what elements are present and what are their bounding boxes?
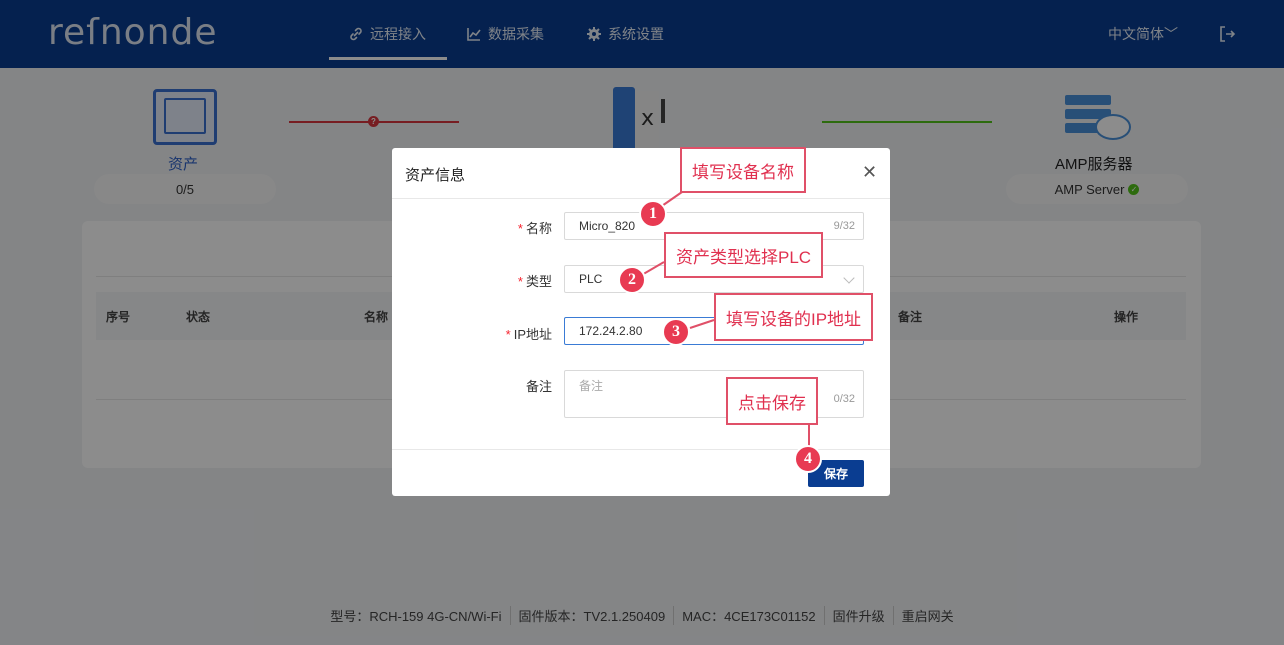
divider	[392, 198, 890, 199]
ip-value: 172.24.2.80	[579, 324, 643, 338]
note-char-count: 0/32	[833, 393, 855, 405]
name-value: Micro_820	[579, 219, 636, 233]
annotation-callout: 点击保存	[726, 377, 818, 425]
note-textarea[interactable]: 备注 0/32	[564, 370, 864, 418]
annotation-callout: 资产类型选择PLC	[664, 232, 824, 278]
step-badge: 3	[662, 318, 690, 346]
annotation-callout: 填写设备的IP地址	[714, 293, 874, 341]
step-badge: 2	[618, 266, 646, 294]
chevron-down-icon	[843, 272, 855, 284]
annotation-callout: 填写设备名称	[680, 147, 806, 193]
step-badge: 1	[639, 200, 667, 228]
modal-title: 资产信息	[405, 167, 466, 184]
step-badge: 4	[794, 445, 822, 473]
type-value: PLC	[579, 272, 603, 286]
ip-label: * IP地址	[505, 327, 552, 342]
name-char-count: 9/32	[833, 220, 855, 232]
type-label: * 类型	[517, 274, 552, 289]
name-label: * 名称	[517, 221, 552, 236]
note-label: 备注	[525, 379, 552, 394]
close-icon[interactable]: ✕	[862, 162, 877, 183]
note-placeholder: 备注	[579, 379, 604, 393]
